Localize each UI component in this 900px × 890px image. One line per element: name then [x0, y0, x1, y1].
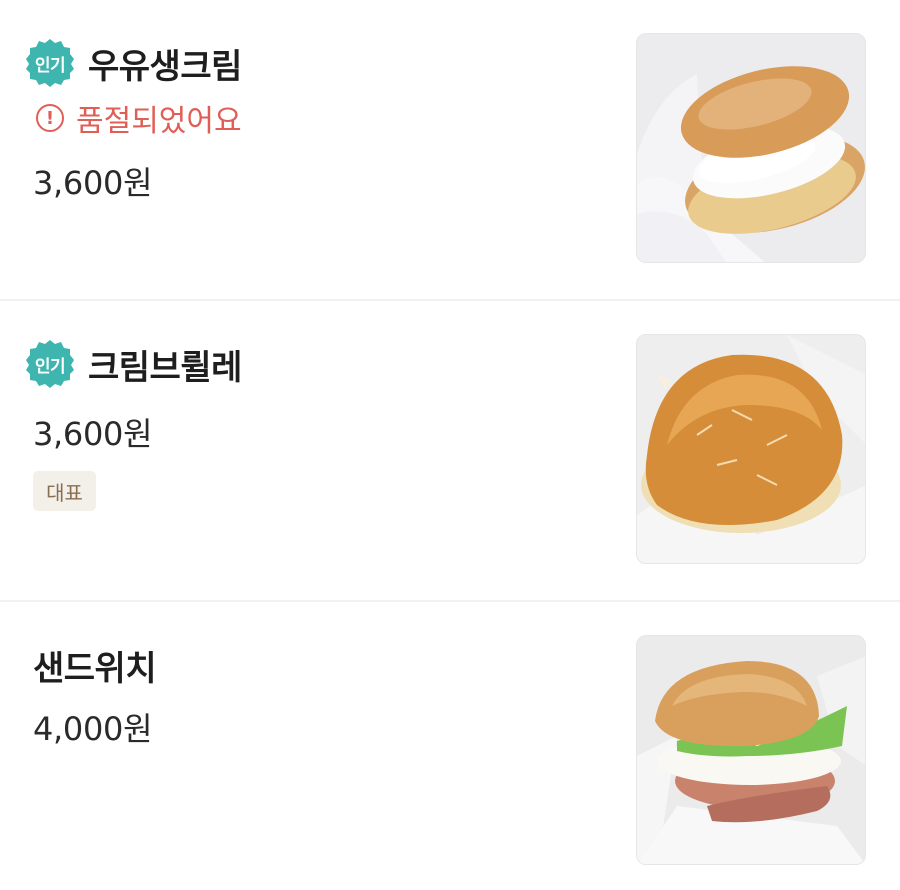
milk-cream-donut-photo[interactable]	[636, 33, 866, 263]
item-price: 4,000원	[33, 710, 153, 748]
item-title-row: 인기 우유생크림	[24, 38, 242, 88]
popular-badge: 인기	[24, 37, 76, 89]
menu-list: 인기 우유생크림 ! 품절되었어요 3,600원 인기 크림브륄레 3,600원…	[0, 0, 900, 890]
item-name: 크림브륄레	[88, 347, 242, 388]
menu-item-milk-cream[interactable]: 인기 우유생크림 ! 품절되었어요 3,600원	[0, 0, 900, 301]
menu-item-creme-brulee[interactable]: 인기 크림브륄레 3,600원 대표	[0, 301, 900, 602]
soldout-status: ! 품절되었어요	[36, 96, 242, 140]
item-title-row: 인기 크림브륄레	[24, 339, 242, 389]
soldout-label: 품절되었어요	[76, 104, 242, 139]
item-title-row: 샌드위치	[33, 640, 157, 690]
item-name: 샌드위치	[33, 648, 157, 689]
item-price: 3,600원	[33, 164, 153, 202]
menu-item-sandwich[interactable]: 샌드위치 4,000원	[0, 602, 900, 890]
creme-brulee-donut-photo[interactable]	[636, 334, 866, 564]
signature-tag: 대표	[33, 471, 96, 511]
popular-badge-label: 인기	[34, 55, 66, 76]
item-price: 3,600원	[33, 415, 153, 453]
item-name: 우유생크림	[88, 46, 242, 87]
alert-circle-icon: !	[36, 104, 64, 132]
sandwich-photo[interactable]	[636, 635, 866, 865]
popular-badge-label: 인기	[34, 356, 66, 377]
popular-badge: 인기	[24, 338, 76, 390]
